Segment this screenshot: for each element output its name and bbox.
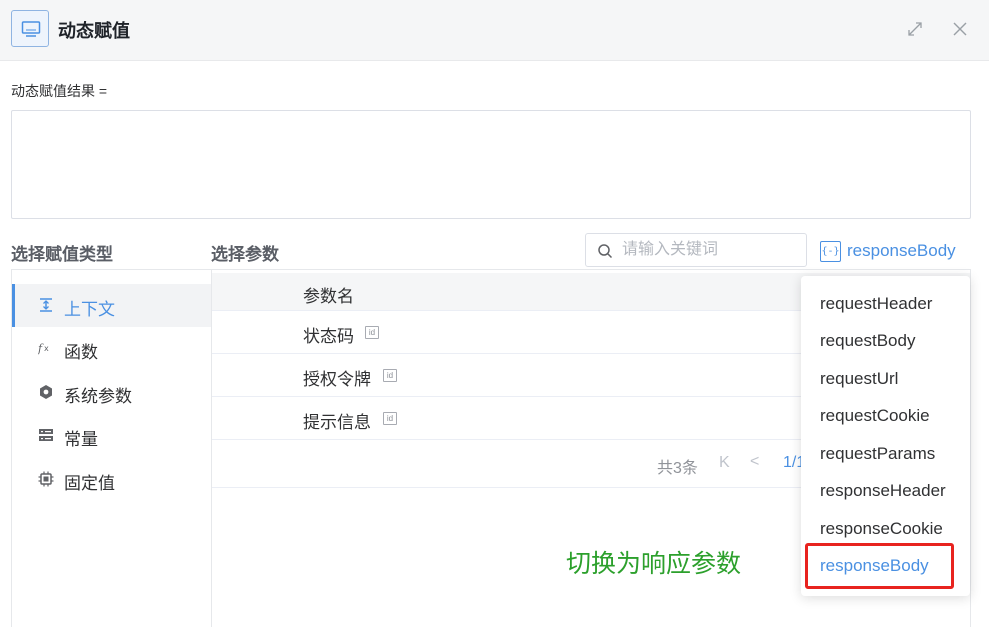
dropdown-item-label: responseCookie [820,519,943,538]
column-header-param-name: 参数名 [303,287,354,306]
param-name: 授权令牌 [303,370,371,389]
search-input[interactable] [622,238,802,262]
param-name: 提示信息 [303,413,371,432]
annotation-text: 切换为响应参数 [566,550,742,578]
dropdown-item-label: requestParams [820,444,936,463]
param-name: 状态码 [303,327,354,346]
type-label: 函数 [64,343,98,362]
dialog-title: 动态赋值 [58,21,130,41]
type-item-constant[interactable]: 常量 [12,414,211,457]
id-badge-icon: id [383,369,397,382]
type-item-fixed-value[interactable]: 固定值 [12,458,211,501]
pagination-total: 共3条 [657,460,698,477]
svg-text:x: x [44,344,49,353]
dropdown-item-responseCookie[interactable]: responseCookie [801,511,970,548]
type-menu: 上下文 f x 函数 系统参数 常量 固定值 [11,269,211,627]
dropdown-item-requestParams[interactable]: requestParams [801,436,970,473]
dropdown-item-label: responseHeader [820,481,946,500]
search-icon [598,244,613,259]
monitor-icon [11,10,49,47]
dropdown-item-label: responseBody [820,556,929,575]
type-label: 常量 [64,430,98,449]
expand-icon[interactable] [905,19,925,39]
first-page-button[interactable]: K [719,454,730,472]
dialog-header: 动态赋值 [0,0,989,61]
type-item-context[interactable]: 上下文 [12,284,211,327]
dropdown-item-label: requestUrl [820,369,899,388]
result-textarea[interactable] [11,110,971,219]
id-badge-icon: id [383,412,397,425]
dropdown-item-responseHeader[interactable]: responseHeader [801,473,970,510]
type-label: 系统参数 [64,387,132,406]
chip-icon [38,471,54,487]
dropdown-item-label: requestBody [820,331,916,350]
dropdown-item-label: requestHeader [820,294,933,313]
dropdown-item-label: requestCookie [820,406,930,425]
type-item-function[interactable]: f x 函数 [12,327,211,370]
param-source-selector[interactable]: {-} responseBody [820,238,956,264]
dropdown-item-requestUrl[interactable]: requestUrl [801,361,970,398]
close-icon[interactable] [950,19,970,39]
dropdown-item-requestHeader[interactable]: requestHeader [801,286,970,323]
param-section-heading: 选择参数 [211,245,279,264]
type-section-heading: 选择赋值类型 [11,245,113,264]
system-hexagon-icon [40,385,52,399]
prev-page-button[interactable]: < [750,453,759,471]
type-item-system-params[interactable]: 系统参数 [12,371,211,414]
dropdown-item-responseBody[interactable]: responseBody [801,548,970,585]
function-icon: f x [38,342,49,355]
dropdown-item-requestCookie[interactable]: requestCookie [801,398,970,435]
id-badge-icon: id [365,326,379,339]
search-box[interactable] [585,233,807,267]
type-label: 固定值 [64,474,115,493]
type-label: 上下文 [64,300,115,319]
param-source-label: responseBody [847,241,956,260]
constant-icon [39,429,53,441]
dropdown-item-requestBody[interactable]: requestBody [801,323,970,360]
braces-icon: {-} [820,240,841,262]
param-source-dropdown: requestHeader requestBody requestUrl req… [801,276,970,596]
context-icon [40,298,52,312]
result-label: 动态赋值结果 = [11,83,108,99]
